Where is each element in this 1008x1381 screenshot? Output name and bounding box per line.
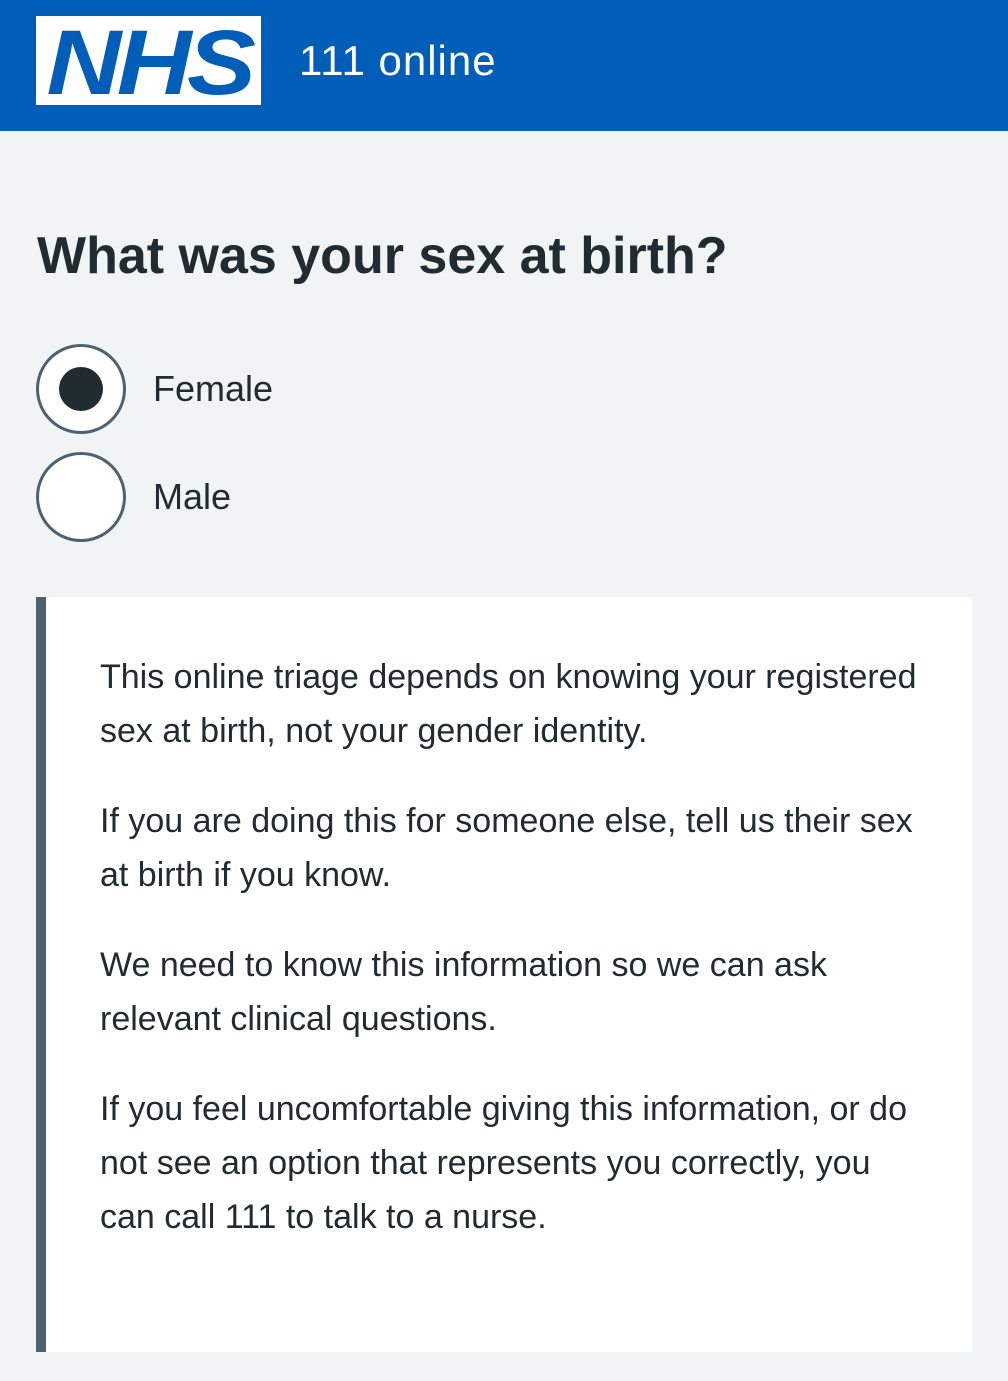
inset-paragraph: We need to know this information so we c… — [100, 946, 827, 1038]
service-name[interactable]: 111 online — [299, 36, 497, 86]
radio-button-selected[interactable] — [36, 344, 126, 434]
inset-paragraph: This online triage depends on knowing yo… — [100, 658, 917, 750]
inset-paragraph: If you feel uncomfortable giving this in… — [100, 1090, 907, 1236]
radio-button-unselected[interactable] — [36, 452, 126, 542]
radio-option-female[interactable]: Female — [36, 344, 636, 434]
radio-option-male[interactable]: Male — [36, 452, 636, 542]
radio-label-male[interactable]: Male — [153, 475, 231, 519]
page-title: What was your sex at birth? — [37, 227, 728, 285]
radio-label-female[interactable]: Female — [153, 367, 273, 411]
inset-paragraph: If you are doing this for someone else, … — [100, 802, 913, 894]
site-header: NHS 111 online — [0, 0, 1008, 131]
logo-text: NHS — [47, 16, 256, 105]
inset-text-panel: This online triage depends on knowing yo… — [36, 597, 972, 1352]
nhs-logo-icon: NHS — [47, 16, 260, 105]
nhs-logo[interactable]: NHS — [36, 16, 261, 105]
